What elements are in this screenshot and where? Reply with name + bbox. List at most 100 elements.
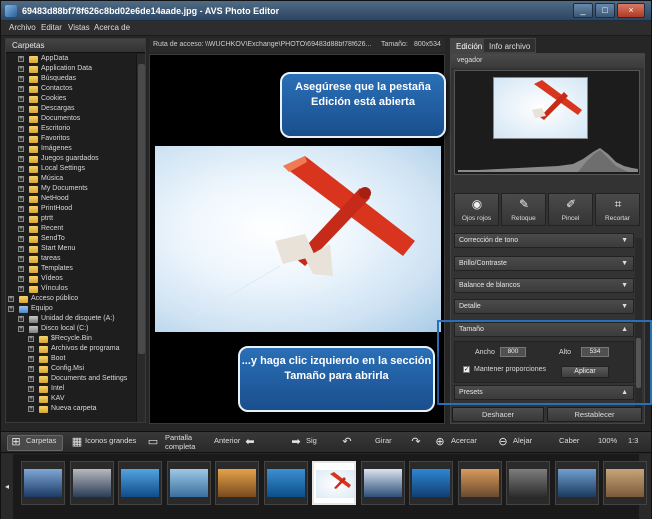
previous-label[interactable]: Anterior [214, 436, 240, 445]
large-icons-icon[interactable]: ▦ [71, 436, 83, 448]
expand-icon[interactable]: + [18, 146, 24, 152]
filmstrip-thumbnail[interactable] [166, 461, 211, 505]
folder-tree-item[interactable]: + Local Settings [6, 164, 136, 174]
expand-icon[interactable]: + [18, 216, 24, 222]
undo-button[interactable]: Deshacer [452, 407, 544, 422]
expand-icon[interactable]: + [28, 386, 34, 392]
folder-tree-item[interactable]: + Start Menu [6, 244, 136, 254]
folder-tree-item[interactable]: + KAV [6, 394, 136, 404]
folder-tree-item[interactable]: + SendTo [6, 234, 136, 244]
rotate-left-icon[interactable]: ↶ [341, 436, 353, 448]
filmstrip-thumbnail[interactable] [263, 461, 308, 505]
folder-tree-item[interactable]: + Disco local (C:) [6, 324, 136, 334]
arrow-right-icon[interactable]: ➡ [290, 436, 302, 448]
folder-tree-item[interactable]: + Escritorio [6, 124, 136, 134]
fullscreen-icon[interactable]: ▭ [147, 436, 159, 448]
expand-icon[interactable]: + [8, 296, 14, 302]
folders-scrollbar[interactable] [136, 54, 145, 422]
expand-icon[interactable]: + [18, 126, 24, 132]
folder-tree-item[interactable]: + Equipo [6, 304, 136, 314]
folder-tree-item[interactable]: + ptrtt [6, 214, 136, 224]
expand-icon[interactable]: + [18, 106, 24, 112]
folder-tree-item[interactable]: + AppData [6, 54, 136, 64]
filmstrip-thumbnail[interactable] [69, 461, 114, 505]
folders-label[interactable]: Carpetas [26, 436, 56, 445]
zoom-out-icon[interactable]: ⊖ [497, 436, 509, 448]
menu-archivo[interactable]: Archivo [9, 23, 36, 32]
maximize-button[interactable]: □ [595, 3, 615, 18]
tool-crop[interactable]: ⌗ Recortar [595, 193, 640, 226]
expand-icon[interactable]: + [18, 166, 24, 172]
tool-red-eye[interactable]: ◉ Ojos rojos [454, 193, 499, 226]
navigator[interactable] [454, 70, 640, 175]
minimize-button[interactable]: _ [573, 3, 593, 18]
expand-icon[interactable]: + [28, 346, 34, 352]
filmstrip-thumbnail[interactable] [215, 461, 259, 505]
expand-icon[interactable]: + [18, 206, 24, 212]
expand-icon[interactable]: + [18, 196, 24, 202]
expand-icon[interactable]: + [18, 86, 24, 92]
folder-tree-item[interactable]: + Nueva carpeta [6, 404, 136, 414]
expand-icon[interactable]: + [18, 186, 24, 192]
folder-tree-item[interactable]: + Documentos [6, 114, 136, 124]
expand-icon[interactable]: + [18, 116, 24, 122]
expand-icon[interactable]: + [28, 336, 34, 342]
expand-icon[interactable]: + [18, 96, 24, 102]
zoom-in-icon[interactable]: ⊕ [434, 436, 446, 448]
filmstrip-thumbnail[interactable] [506, 461, 550, 505]
rotate-right-icon[interactable]: ↷ [410, 436, 422, 448]
rotate-label[interactable]: Girar [375, 436, 392, 445]
filmstrip-thumbnail[interactable] [118, 461, 162, 505]
folder-tree-item[interactable]: + Búsquedas [6, 74, 136, 84]
expand-icon[interactable]: + [28, 376, 34, 382]
expand-icon[interactable]: + [18, 266, 24, 272]
zoom-ratio[interactable]: 1:3 [628, 436, 638, 445]
folder-tree-item[interactable]: + My Documents [6, 184, 136, 194]
expand-icon[interactable]: + [18, 56, 24, 62]
folder-tree-item[interactable]: + Templates [6, 264, 136, 274]
section-detail[interactable]: Detalle ▼ [454, 299, 634, 314]
folder-tree-item[interactable]: + Config.Msi [6, 364, 136, 374]
expand-icon[interactable]: + [18, 256, 24, 262]
tab-info-archivo[interactable]: Info archivo [483, 38, 537, 53]
folder-tree-item[interactable]: + Documents and Settings [6, 374, 136, 384]
close-button[interactable]: × [617, 3, 645, 18]
expand-icon[interactable]: + [18, 66, 24, 72]
expand-icon[interactable]: + [18, 286, 24, 292]
expand-icon[interactable]: + [18, 326, 24, 332]
filmstrip-prev-icon[interactable]: ◂ [1, 454, 13, 519]
fit-label[interactable]: Caber [559, 436, 579, 445]
filmstrip-thumbnail[interactable] [457, 461, 502, 505]
folder-tree-item[interactable]: + Recent [6, 224, 136, 234]
folder-tree-item[interactable]: + $Recycle.Bin [6, 334, 136, 344]
navigator-header[interactable]: vegador [451, 54, 644, 68]
expand-icon[interactable]: + [28, 396, 34, 402]
filmstrip-thumbnail[interactable] [554, 461, 599, 505]
folder-tree-item[interactable]: + PrintHood [6, 204, 136, 214]
filmstrip-thumbnail[interactable] [360, 461, 405, 505]
expand-icon[interactable]: + [18, 176, 24, 182]
expand-icon[interactable]: + [8, 306, 14, 312]
filmstrip-thumbnail[interactable] [409, 461, 453, 505]
folder-tree-item[interactable]: + Unidad de disquete (A:) [6, 314, 136, 324]
expand-icon[interactable]: + [18, 76, 24, 82]
folder-tree-item[interactable]: + Vínculos [6, 284, 136, 294]
tool-pencil[interactable]: ✐ Pincel [548, 193, 593, 226]
expand-icon[interactable]: + [18, 236, 24, 242]
expand-icon[interactable]: + [18, 136, 24, 142]
expand-icon[interactable]: + [28, 406, 34, 412]
folder-tree-item[interactable]: + Descargas [6, 104, 136, 114]
expand-icon[interactable]: + [28, 356, 34, 362]
navigator-thumbnail[interactable] [493, 77, 588, 139]
folder-tree-item[interactable]: + Acceso público [6, 294, 136, 304]
section-tone-correction[interactable]: Corrección de tono ▼ [454, 233, 634, 248]
expand-icon[interactable]: + [18, 226, 24, 232]
folder-tree-item[interactable]: + Vídeos [6, 274, 136, 284]
menu-acerca[interactable]: Acerca de [94, 23, 130, 32]
folder-tree-item[interactable]: + Cookies [6, 94, 136, 104]
zoom-out-label[interactable]: Alejar [513, 436, 532, 445]
zoom-in-label[interactable]: Acercar [451, 436, 477, 445]
expand-icon[interactable]: + [18, 246, 24, 252]
fullscreen-label[interactable]: Pantalla completa [165, 433, 205, 451]
folder-tree-item[interactable]: + Contactos [6, 84, 136, 94]
